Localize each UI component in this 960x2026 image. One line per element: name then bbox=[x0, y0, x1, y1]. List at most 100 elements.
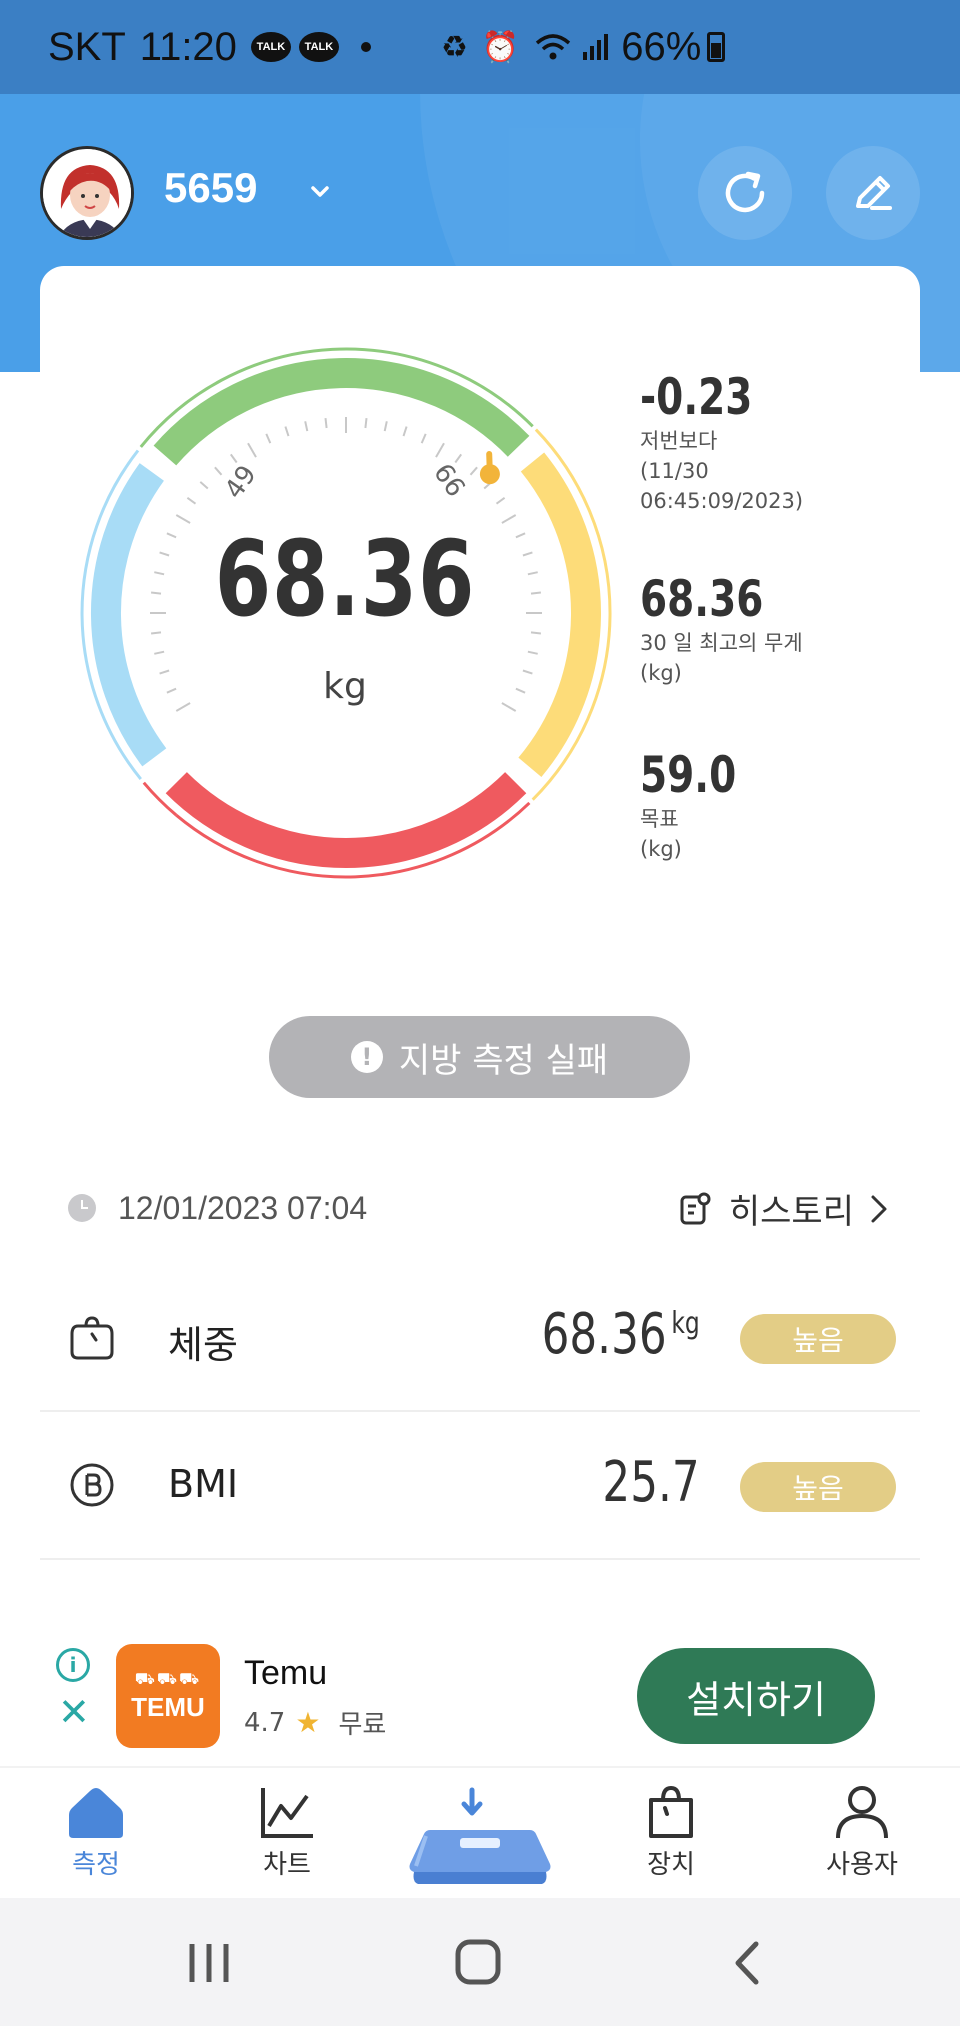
recent-apps-icon[interactable] bbox=[186, 1942, 232, 1984]
diff-label: 저번보다 bbox=[640, 429, 718, 453]
install-button[interactable]: 설치하기 bbox=[637, 1648, 875, 1744]
gauge-tick bbox=[324, 417, 328, 429]
gauge-segment-very-high bbox=[165, 772, 527, 868]
gauge-tick bbox=[154, 650, 165, 655]
avatar[interactable] bbox=[40, 146, 134, 240]
nav-chart[interactable]: 차트 bbox=[227, 1784, 347, 1881]
home-icon bbox=[69, 1788, 123, 1838]
history-label: 히스토리 bbox=[728, 1192, 854, 1232]
scale-weight-icon bbox=[70, 1316, 114, 1360]
bmi-icon bbox=[70, 1463, 114, 1507]
gauge-tick-label-high: 66 bbox=[427, 458, 471, 502]
goal-stat: 59.0 목표 (kg) bbox=[640, 746, 880, 864]
gauge-tick bbox=[454, 453, 463, 464]
metric-label: BMI bbox=[168, 1462, 239, 1506]
nav-scale-measure-button[interactable] bbox=[408, 1786, 552, 1894]
ad-meta: 4.7 ★ 무료 bbox=[244, 1704, 386, 1741]
notification-dot-icon bbox=[360, 42, 371, 52]
gauge-tick bbox=[199, 481, 209, 490]
nav-user[interactable]: 사용자 bbox=[802, 1784, 922, 1881]
status-badge: 높음 bbox=[740, 1462, 896, 1512]
gauge-indicator-tail bbox=[486, 451, 493, 478]
shopping-bag-icon bbox=[649, 1785, 693, 1838]
goal-unit: (kg) bbox=[640, 837, 682, 861]
gauge-tick bbox=[265, 433, 272, 444]
refresh-icon bbox=[725, 171, 765, 213]
diff-date-line1: (11/30 bbox=[640, 459, 709, 483]
metric-value: 25.7 bbox=[603, 1450, 700, 1515]
gauge-tick bbox=[383, 421, 388, 432]
gauge-tick bbox=[469, 466, 478, 476]
metric-label: 체중 bbox=[168, 1323, 238, 1367]
chevron-down-icon[interactable] bbox=[302, 174, 338, 210]
gauge-tick bbox=[284, 426, 290, 437]
ad-info-icon[interactable]: i bbox=[56, 1648, 90, 1682]
chevron-right-icon bbox=[871, 1195, 887, 1222]
fat-measure-failed-pill[interactable]: ! 지방 측정 실패 bbox=[269, 1016, 690, 1098]
gauge-tick bbox=[229, 453, 238, 464]
clock-icon bbox=[68, 1194, 96, 1222]
signal-icon bbox=[583, 34, 609, 60]
wifi-icon bbox=[536, 34, 571, 60]
nav-measure-label: 측정 bbox=[72, 1850, 120, 1880]
gauge-segment-normal bbox=[153, 358, 530, 466]
user-name[interactable]: 5659 bbox=[164, 164, 257, 212]
goal-label: 목표 bbox=[640, 807, 679, 831]
scale-icon bbox=[409, 1787, 551, 1884]
nav-measure[interactable]: 측정 bbox=[36, 1784, 156, 1881]
gauge-tick bbox=[304, 421, 309, 432]
refresh-button[interactable] bbox=[698, 146, 792, 240]
diff-value: -0.23 bbox=[640, 368, 753, 426]
gauge-tick-label-low: 49 bbox=[219, 460, 263, 504]
max-weight-stat: 68.36 30 일 최고의 무게 (kg) bbox=[640, 570, 880, 688]
status-bar: SKT 11:20 TALK TALK ♻ ⏰ 66% bbox=[0, 0, 960, 94]
nav-device-label: 장치 bbox=[647, 1850, 695, 1880]
diff-date-line2: 06:45:09/2023) bbox=[640, 489, 804, 513]
max-weight-value: 68.36 bbox=[640, 570, 764, 628]
status-badge: 높음 bbox=[740, 1314, 896, 1364]
ad-rating: 4.7 bbox=[244, 1707, 286, 1738]
gauge-tick bbox=[186, 496, 197, 505]
metric-unit: kg bbox=[671, 1306, 700, 1341]
back-icon[interactable] bbox=[730, 1940, 762, 1986]
nav-chart-label: 차트 bbox=[263, 1850, 311, 1880]
gauge-tick bbox=[435, 442, 445, 458]
avatar-icon bbox=[43, 149, 131, 237]
ad-close-icon[interactable]: ✕ bbox=[58, 1690, 90, 1734]
battery-percent: 66% bbox=[621, 24, 702, 69]
history-icon bbox=[680, 1192, 711, 1224]
metric-number: 68.36 bbox=[541, 1302, 667, 1367]
metric-number: 25.7 bbox=[602, 1450, 700, 1515]
temu-logo-marks-icon: ⛟⛟⛟ bbox=[134, 1669, 202, 1688]
goal-value: 59.0 bbox=[640, 746, 737, 804]
ad-price: 무료 bbox=[338, 1710, 387, 1740]
header: 5659 bbox=[40, 144, 920, 244]
nav-device[interactable]: 장치 bbox=[611, 1784, 731, 1881]
pencil-icon bbox=[856, 176, 892, 210]
home-button-icon[interactable] bbox=[454, 1938, 502, 1986]
bottom-nav: 측정 차트 장치 사용자 bbox=[0, 1766, 960, 1898]
diff-stat: -0.23 저번보다 (11/30 06:45:09/2023) bbox=[640, 368, 880, 516]
system-nav-bar bbox=[0, 1898, 960, 2026]
gauge-outer-ring-segment bbox=[142, 781, 178, 817]
current-weight: 68.36 bbox=[214, 518, 476, 640]
kakaotalk-icon: TALK bbox=[250, 32, 291, 62]
battery-icon bbox=[707, 32, 726, 62]
metric-row-bmi[interactable]: BMI 25.7 높음 bbox=[40, 1412, 920, 1560]
gauge-tick bbox=[495, 496, 506, 505]
metric-row-weight[interactable]: 체중 68.36 kg 높음 bbox=[40, 1264, 920, 1412]
measurement-date-row: 12/01/2023 07:04 히스토리 bbox=[68, 1180, 928, 1236]
gauge-tick bbox=[527, 650, 538, 655]
max-weight-unit: (kg) bbox=[640, 661, 682, 685]
recycle-icon: ♻ bbox=[440, 30, 468, 64]
clock: 11:20 bbox=[139, 24, 237, 69]
gauge-tick bbox=[214, 466, 223, 476]
edit-button[interactable] bbox=[826, 146, 920, 240]
gauge-tick bbox=[420, 433, 427, 444]
chart-icon bbox=[261, 1788, 313, 1838]
temu-logo[interactable]: ⛟⛟⛟ TEMU bbox=[116, 1644, 220, 1748]
history-link[interactable]: 히스토리 bbox=[679, 1184, 890, 1233]
carrier: SKT bbox=[48, 24, 126, 69]
fail-message: 지방 측정 실패 bbox=[398, 1040, 609, 1081]
ad-app-name[interactable]: Temu bbox=[244, 1654, 327, 1693]
